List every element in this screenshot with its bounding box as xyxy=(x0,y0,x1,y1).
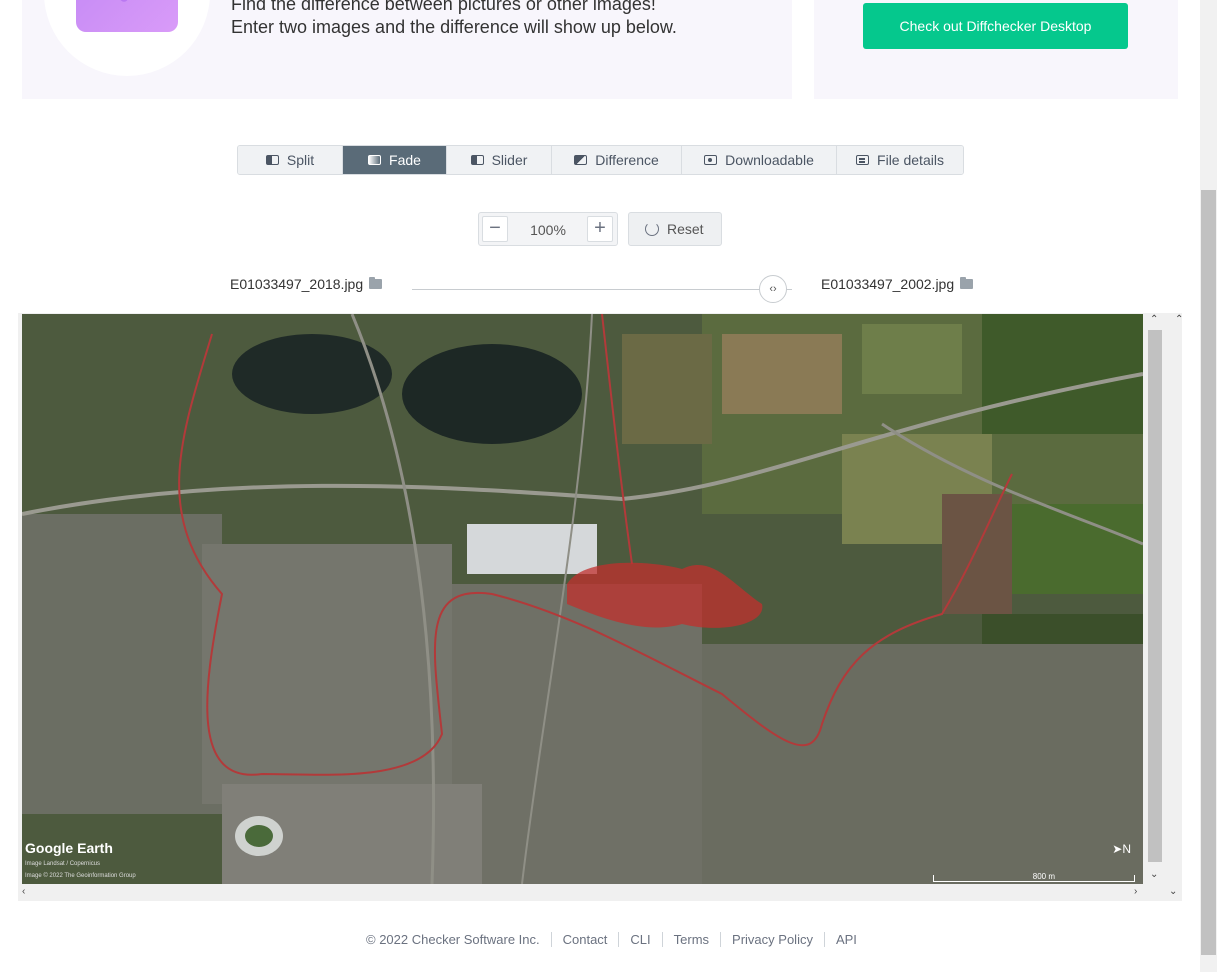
tab-label: Split xyxy=(286,152,315,168)
scale-label: 800 m xyxy=(1032,872,1055,881)
footer: © 2022 Checker Software Inc. Contact CLI… xyxy=(366,932,868,947)
scroll-left-icon[interactable]: ‹ xyxy=(22,886,25,897)
tab-downloadable[interactable]: Downloadable xyxy=(682,146,837,174)
image-credit: Image Landsat / Copernicus xyxy=(25,861,101,867)
difference-icon xyxy=(574,155,588,165)
aerial-map-graphic xyxy=(22,314,1143,884)
scrollbar-thumb[interactable] xyxy=(1148,330,1162,862)
tab-slider[interactable]: Slider xyxy=(447,146,552,174)
left-file-label: E01033497_2018.jpg xyxy=(230,276,383,292)
hero-description-line2: Enter two images and the difference will… xyxy=(231,17,677,37)
tab-label: Difference xyxy=(595,152,659,168)
copyright: © 2022 Checker Software Inc. xyxy=(366,932,540,947)
fade-slider-track[interactable] xyxy=(412,289,792,290)
promo-panel: Check out Diffchecker Desktop xyxy=(814,0,1178,99)
tab-label: Fade xyxy=(389,152,421,168)
file-details-icon xyxy=(856,155,870,165)
tab-difference[interactable]: Difference xyxy=(552,146,682,174)
zoom-control: − 100% + xyxy=(478,212,618,246)
image-compare-icon xyxy=(76,0,178,32)
folder-icon[interactable] xyxy=(960,277,974,289)
footer-link-contact[interactable]: Contact xyxy=(550,932,619,947)
fade-icon xyxy=(368,155,382,165)
scroll-down-icon[interactable]: ⌄ xyxy=(1150,869,1158,880)
tab-label: Downloadable xyxy=(725,152,814,168)
right-file-name: E01033497_2002.jpg xyxy=(821,276,955,292)
reset-button[interactable]: Reset xyxy=(628,212,722,246)
footer-link-terms[interactable]: Terms xyxy=(661,932,720,947)
tab-label: Slider xyxy=(491,152,528,168)
scroll-up-icon[interactable]: ⌃ xyxy=(1150,314,1158,325)
reset-label: Reset xyxy=(667,221,704,237)
zoom-out-button[interactable]: − xyxy=(482,216,508,242)
download-icon xyxy=(704,155,718,165)
tab-file-details[interactable]: File details xyxy=(837,146,963,174)
hero-description-line1: Find the difference between pictures or … xyxy=(231,0,656,14)
reset-icon xyxy=(645,222,659,236)
page-scrollbar[interactable] xyxy=(1200,0,1217,972)
horizontal-scrollbar[interactable]: ‹ › ⌄ xyxy=(18,885,1182,901)
scroll-up-icon[interactable]: ⌃ xyxy=(1175,314,1183,325)
footer-link-api[interactable]: API xyxy=(823,932,868,947)
image-credit: Image © 2022 The Geoinformation Group xyxy=(25,873,136,879)
image-viewport: Google Earth Image Landsat / Copernicus … xyxy=(18,313,1183,901)
aerial-image: Google Earth Image Landsat / Copernicus … xyxy=(22,314,1143,884)
zoom-in-button[interactable]: + xyxy=(587,216,613,242)
footer-link-cli[interactable]: CLI xyxy=(618,932,661,947)
view-mode-tabs: Split Fade Slider Difference Downloadabl… xyxy=(237,145,964,175)
split-icon xyxy=(265,155,279,165)
diffchecker-desktop-button[interactable]: Check out Diffchecker Desktop xyxy=(863,3,1128,49)
north-arrow-icon: ➤N xyxy=(1112,842,1131,856)
tab-fade[interactable]: Fade xyxy=(343,146,447,174)
fade-slider-handle[interactable]: ‹› xyxy=(759,275,787,303)
footer-link-privacy[interactable]: Privacy Policy xyxy=(720,932,824,947)
vertical-scrollbar[interactable]: ⌃ ⌃ ⌄ xyxy=(1144,313,1183,885)
hero-panel: Find the difference between pictures or … xyxy=(22,0,792,99)
tab-label: File details xyxy=(877,152,944,168)
folder-icon[interactable] xyxy=(369,277,383,289)
scroll-down-icon[interactable]: ⌄ xyxy=(1169,886,1177,897)
slider-icon xyxy=(470,155,484,165)
zoom-level: 100% xyxy=(530,222,566,238)
scroll-right-icon[interactable]: › xyxy=(1134,886,1137,897)
right-file-label: E01033497_2002.jpg xyxy=(821,276,974,292)
left-file-name: E01033497_2018.jpg xyxy=(230,276,364,292)
tab-split[interactable]: Split xyxy=(238,146,343,174)
page-scrollbar-thumb[interactable] xyxy=(1201,190,1216,955)
google-earth-logo: Google Earth xyxy=(25,840,113,856)
